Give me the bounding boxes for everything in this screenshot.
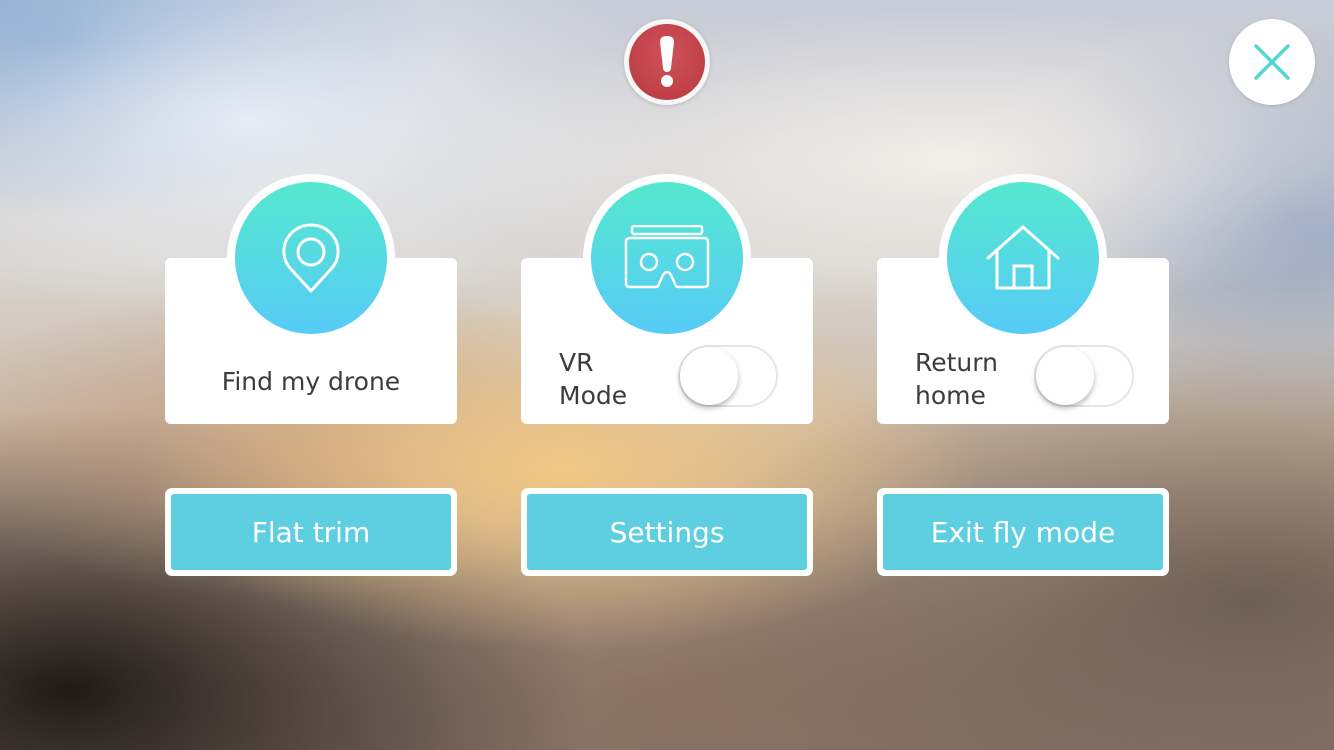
return-home-toggle-knob [1036,347,1094,405]
find-my-drone-icon-ring [227,174,395,342]
return-home-label-line1: Return [915,348,998,377]
vr-mode-label-line2: Mode [559,381,628,410]
close-button[interactable] [1229,19,1315,105]
vr-mode-icon-ring [583,174,751,342]
close-x-icon [1254,44,1290,80]
location-pin-icon [282,223,340,293]
flat-trim-label: Flat trim [171,494,451,570]
flat-trim-button[interactable]: Flat trim [165,488,457,576]
exclamation-icon [629,24,705,100]
vr-mode-label: VR Mode [559,346,669,412]
return-home-label-line2: home [915,381,986,410]
vr-mode-label-line1: VR [559,348,594,377]
return-home-label: Return home [915,346,1025,412]
exit-fly-mode-button[interactable]: Exit fly mode [877,488,1169,576]
alert-indicator[interactable] [624,19,710,105]
vr-headset-icon [624,225,710,289]
find-my-drone-button[interactable] [235,182,387,334]
settings-label: Settings [527,494,807,570]
settings-button[interactable]: Settings [521,488,813,576]
home-icon [986,225,1060,290]
find-my-drone-label: Find my drone [221,367,401,396]
vr-mode-toggle[interactable] [678,345,778,407]
exit-fly-mode-label: Exit fly mode [883,494,1163,570]
return-home-icon-button [947,182,1099,334]
return-home-toggle[interactable] [1034,345,1134,407]
vr-mode-toggle-knob [680,347,738,405]
return-home-icon-ring [939,174,1107,342]
vr-mode-icon-button [591,182,743,334]
fly-menu-screen: Find my drone VR Mode Return home Flat t… [0,0,1334,750]
